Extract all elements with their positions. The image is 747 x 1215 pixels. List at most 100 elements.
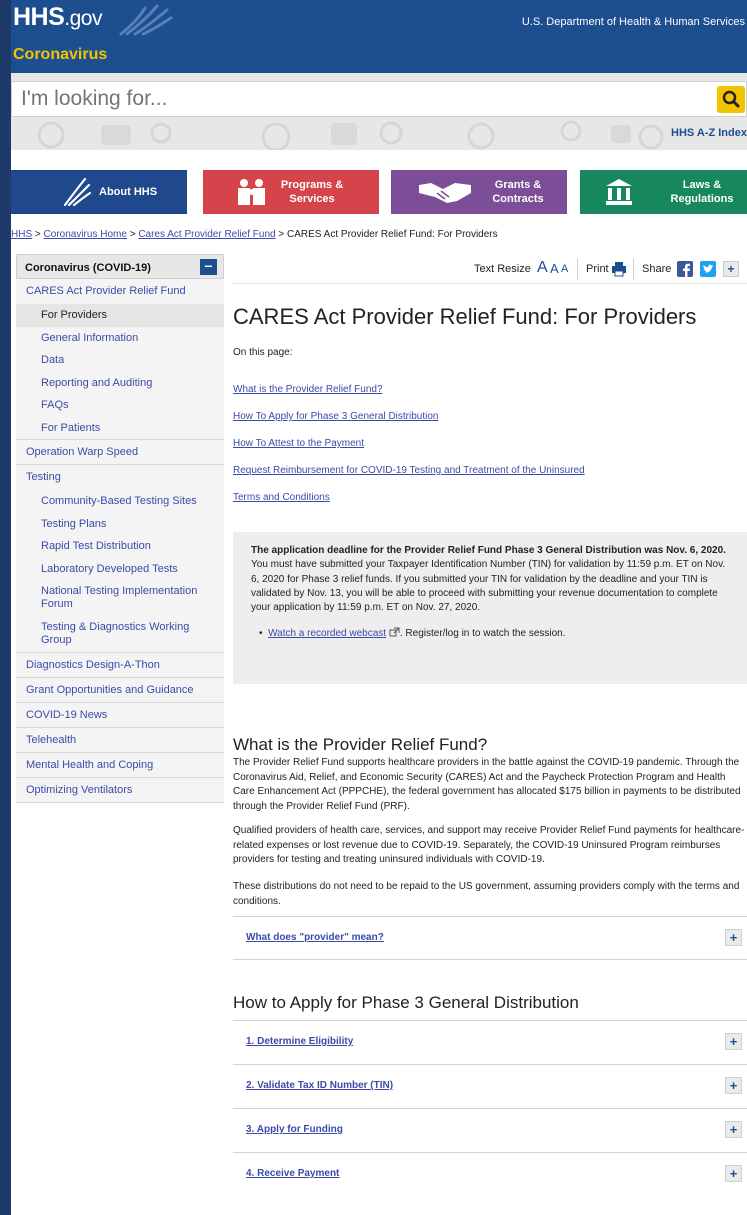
eagle-icon (119, 4, 173, 36)
sidebar-heading-label: Coronavirus (COVID-19) (25, 262, 151, 274)
sidebar-item-for-patients[interactable]: For Patients (16, 417, 224, 440)
sidebar-item-telehealth[interactable]: Telehealth (16, 728, 224, 753)
nav-programs-line2: Services (289, 193, 335, 205)
coronavirus-subbrand[interactable]: Coronavirus (13, 46, 107, 64)
expand-button[interactable]: + (725, 1077, 742, 1094)
logo-main: HHS (13, 3, 65, 31)
toc-link-terms[interactable]: Terms and Conditions (233, 492, 330, 503)
toc-link-attest[interactable]: How To Attest to the Payment (233, 438, 364, 449)
sidebar-item-faqs[interactable]: FAQs (16, 394, 224, 417)
webcast-text: . Register/log in to watch the session. (399, 628, 566, 640)
breadcrumb-hhs[interactable]: HHS (11, 229, 32, 240)
sidebar-item-for-providers[interactable]: For Providers (16, 304, 224, 327)
left-sidebar: Coronavirus (COVID-19) − CARES Act Provi… (16, 254, 224, 803)
accordion-title[interactable]: What does "provider" mean? (246, 932, 384, 943)
expand-button[interactable]: + (725, 1121, 742, 1138)
sidebar-item-ventilators[interactable]: Optimizing Ventilators (16, 778, 224, 803)
share-more-button[interactable]: + (723, 261, 739, 277)
sidebar-item-ldt[interactable]: Laboratory Developed Tests (16, 558, 224, 581)
hhs-logo[interactable]: HHS.gov (13, 3, 102, 32)
sidebar-heading[interactable]: Coronavirus (COVID-19) − (16, 254, 224, 279)
text-resize-label: Text Resize (474, 263, 531, 275)
accordion-title[interactable]: 2. Validate Tax ID Number (TIN) (246, 1080, 393, 1091)
sidebar-item-diagnostics[interactable]: Diagnostics Design-A-Thon (16, 653, 224, 678)
sidebar-item-grants[interactable]: Grant Opportunities and Guidance (16, 678, 224, 703)
sidebar-item-national-testing[interactable]: National Testing Implementation Forum (16, 580, 224, 616)
heading-how-to-apply: How to Apply for Phase 3 General Distrib… (233, 993, 579, 1012)
browser-page: HHS.gov Coronavirus U.S. Department of H… (11, 0, 747, 1215)
breadcrumb-separator: > (129, 229, 136, 240)
search-band: HHS A-Z Index (11, 73, 747, 150)
text-resize-large[interactable]: A (537, 259, 548, 277)
webcast-item: • Watch a recorded webcast . Register/lo… (251, 627, 733, 641)
accordion-step-apply[interactable]: 3. Apply for Funding + (233, 1108, 747, 1152)
nav-laws-regulations[interactable]: Laws & Regulations (580, 170, 747, 214)
logo-suffix: .gov (64, 7, 102, 30)
nav-about-hhs[interactable]: About HHS (11, 170, 187, 214)
az-index-link[interactable]: HHS A-Z Index (671, 127, 747, 139)
nav-laws-line1: Laws & (682, 179, 722, 191)
nav-laws-label: Laws & Regulations (662, 178, 742, 206)
sidebar-item-warp-speed[interactable]: Operation Warp Speed (16, 440, 224, 465)
accordion-provider-meaning[interactable]: What does "provider" mean? + (233, 916, 747, 960)
sidebar-item-rapid-test[interactable]: Rapid Test Distribution (16, 535, 224, 558)
sidebar-item-general-information[interactable]: General Information (16, 327, 224, 350)
sidebar-item-community-testing[interactable]: Community-Based Testing Sites (16, 490, 224, 513)
nav-grants-label: Grants & Contracts (483, 178, 553, 206)
webcast-link[interactable]: Watch a recorded webcast (268, 628, 386, 639)
breadcrumb-current: CARES Act Provider Relief Fund: For Prov… (287, 229, 498, 240)
text-resize-medium[interactable]: A (550, 261, 559, 276)
sidebar-item-reporting[interactable]: Reporting and Auditing (16, 372, 224, 395)
sidebar-item-testing[interactable]: Testing (16, 465, 224, 490)
eagle-icon (63, 177, 91, 207)
search-button[interactable] (717, 86, 745, 113)
nav-programs-services[interactable]: Programs & Services (203, 170, 379, 214)
search-input[interactable] (11, 81, 747, 117)
toc-link-apply[interactable]: How To Apply for Phase 3 General Distrib… (233, 411, 438, 422)
accordion-step-validate-tin[interactable]: 2. Validate Tax ID Number (TIN) + (233, 1064, 747, 1108)
breadcrumb: HHS > Coronavirus Home > Cares Act Provi… (11, 229, 498, 240)
search-icon (722, 90, 740, 108)
twitter-icon[interactable] (700, 261, 716, 277)
sidebar-item-news[interactable]: COVID-19 News (16, 703, 224, 728)
toc-link-prf[interactable]: What is the Provider Relief Fund? (233, 384, 383, 395)
print-button[interactable]: Print (586, 263, 609, 275)
accordion-title[interactable]: 1. Determine Eligibility (246, 1036, 353, 1047)
accordion-title[interactable]: 3. Apply for Funding (246, 1124, 343, 1135)
courthouse-icon (606, 179, 632, 205)
facebook-icon[interactable] (677, 261, 693, 277)
handshake-icon (419, 183, 471, 203)
breadcrumb-separator: > (278, 229, 285, 240)
department-name[interactable]: U.S. Department of Health & Human Servic… (522, 16, 745, 28)
heading-what-is-prf: What is the Provider Relief Fund? (233, 735, 488, 754)
expand-button[interactable]: + (725, 1033, 742, 1050)
expand-button[interactable]: + (725, 929, 742, 946)
toolbar-divider (633, 258, 634, 280)
share-label: Share (642, 263, 672, 275)
callout-text: You must have submitted your Taxpayer Id… (251, 559, 726, 614)
site-header: HHS.gov Coronavirus U.S. Department of H… (11, 0, 747, 73)
nav-laws-line2: Regulations (670, 193, 734, 205)
breadcrumb-cares[interactable]: Cares Act Provider Relief Fund (138, 229, 275, 240)
breadcrumb-coronavirus-home[interactable]: Coronavirus Home (44, 229, 127, 240)
sidebar-item-working-group[interactable]: Testing & Diagnostics Working Group (16, 616, 224, 652)
collapse-button[interactable]: − (200, 259, 217, 275)
breadcrumb-separator: > (34, 229, 41, 240)
nav-grants-contracts[interactable]: Grants & Contracts (391, 170, 567, 214)
sidebar-item-data[interactable]: Data (16, 349, 224, 372)
sidebar-item-cares[interactable]: CARES Act Provider Relief Fund (16, 279, 224, 304)
callout-paragraph: The application deadline for the Provide… (251, 544, 733, 615)
printer-icon[interactable] (611, 261, 627, 277)
text-resize-small[interactable]: A (561, 263, 568, 275)
nav-grants-line2: Contracts (492, 193, 544, 205)
toc-link-reimbursement[interactable]: Request Reimbursement for COVID-19 Testi… (233, 465, 585, 476)
paragraph-prf-3: These distributions do not need to be re… (233, 881, 740, 907)
people-icon (238, 179, 265, 205)
accordion-step-eligibility[interactable]: 1. Determine Eligibility + (233, 1020, 747, 1064)
toolbar-divider (577, 258, 578, 280)
sidebar-item-mental-health[interactable]: Mental Health and Coping (16, 753, 224, 778)
expand-button[interactable]: + (725, 1165, 742, 1182)
accordion-title[interactable]: 4. Receive Payment (246, 1168, 339, 1179)
sidebar-item-testing-plans[interactable]: Testing Plans (16, 513, 224, 536)
accordion-step-receive-payment[interactable]: 4. Receive Payment + (233, 1152, 747, 1196)
